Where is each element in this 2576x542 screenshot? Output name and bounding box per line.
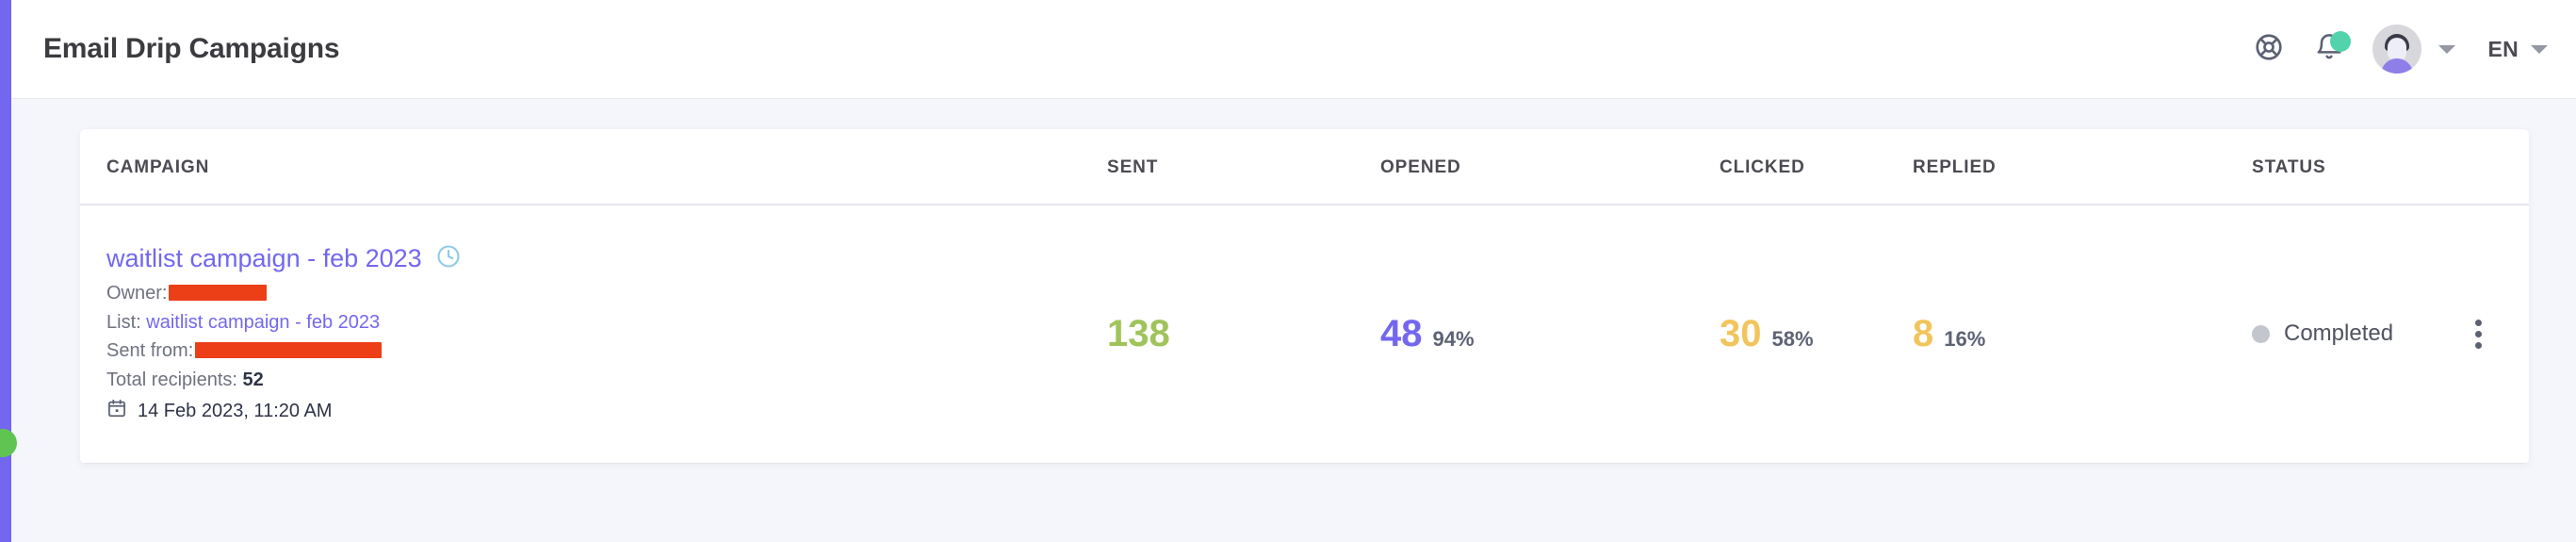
- clicked-value: 30: [1720, 313, 1762, 355]
- status-badge: Completed: [2252, 320, 2393, 347]
- metric-replied: 8 16%: [1913, 315, 2252, 353]
- kebab-menu-icon: [2475, 319, 2482, 326]
- column-header-sent[interactable]: SENT: [1107, 129, 1380, 205]
- support-button[interactable]: [2239, 19, 2299, 79]
- replied-value: 8: [1913, 313, 1934, 355]
- user-menu[interactable]: [2372, 25, 2456, 74]
- language-selector[interactable]: EN: [2487, 37, 2548, 62]
- kebab-menu-icon: [2475, 341, 2482, 349]
- sent-from-value-redacted: [195, 342, 383, 359]
- language-label: EN: [2487, 36, 2519, 61]
- table-header: CAMPAIGN SENT OPENED CLICKED REPLIED STA…: [80, 129, 2529, 205]
- page-title: Email Drip Campaigns: [43, 33, 340, 64]
- notification-badge-dot: [2330, 31, 2352, 52]
- table-body: waitlist campaign - feb 2023 Owner: List…: [80, 205, 2529, 464]
- avatar: [2372, 25, 2422, 74]
- total-recipients-label: Total recipients:: [106, 369, 237, 390]
- app-sidebar-rail[interactable]: [0, 0, 11, 542]
- column-header-clicked[interactable]: CLICKED: [1720, 129, 1913, 205]
- campaign-date-line: 14 Feb 2023, 11:20 AM: [106, 398, 1107, 424]
- campaign-name-link[interactable]: waitlist campaign - feb 2023: [106, 244, 422, 273]
- cell-campaign: waitlist campaign - feb 2023 Owner: List…: [80, 205, 1107, 464]
- cell-sent: 138: [1107, 205, 1380, 464]
- campaigns-table: CAMPAIGN SENT OPENED CLICKED REPLIED STA…: [80, 129, 2529, 464]
- metric-sent: 138: [1107, 315, 1380, 353]
- campaign-title-row: waitlist campaign - feb 2023: [106, 243, 1107, 274]
- campaign-sent-from-line: Sent from:: [106, 337, 1107, 366]
- opened-percent: 94%: [1432, 327, 1475, 352]
- owner-label: Owner:: [106, 283, 168, 304]
- chevron-down-icon: [2438, 44, 2456, 54]
- cell-clicked: 30 58%: [1720, 205, 1913, 464]
- list-label: List:: [106, 311, 141, 333]
- row-actions-menu-button[interactable]: [2470, 314, 2487, 354]
- sent-from-label: Sent from:: [106, 340, 194, 362]
- top-header-bar: Email Drip Campaigns EN: [11, 0, 2576, 99]
- campaigns-card: CAMPAIGN SENT OPENED CLICKED REPLIED STA…: [80, 129, 2529, 464]
- lifebuoy-icon: [2254, 32, 2284, 67]
- table-row: waitlist campaign - feb 2023 Owner: List…: [80, 205, 2529, 464]
- status-dot-icon: [2252, 324, 2270, 343]
- chevron-down-icon: [2531, 44, 2548, 54]
- campaign-owner-line: Owner:: [106, 279, 1107, 308]
- column-header-status[interactable]: STATUS: [2252, 129, 2529, 205]
- column-header-opened[interactable]: OPENED: [1380, 129, 1720, 205]
- sent-value: 138: [1107, 313, 1170, 355]
- replied-percent: 16%: [1944, 327, 1986, 352]
- cell-replied: 8 16%: [1913, 205, 2252, 464]
- opened-value: 48: [1380, 313, 1423, 355]
- clock-icon: [435, 243, 462, 274]
- main-content: CAMPAIGN SENT OPENED CLICKED REPLIED STA…: [11, 99, 2576, 542]
- column-header-replied[interactable]: REPLIED: [1913, 129, 2252, 205]
- total-recipients-value: 52: [242, 369, 264, 390]
- cell-status: Completed: [2252, 205, 2529, 464]
- campaign-date-text: 14 Feb 2023, 11:20 AM: [138, 400, 333, 421]
- clicked-percent: 58%: [1771, 327, 1814, 352]
- metric-opened: 48 94%: [1380, 315, 1720, 353]
- list-value-link[interactable]: waitlist campaign - feb 2023: [146, 312, 380, 333]
- header-actions: EN: [2239, 19, 2548, 79]
- column-header-campaign[interactable]: CAMPAIGN: [80, 129, 1107, 205]
- campaign-list-line: List: waitlist campaign - feb 2023: [106, 308, 1107, 337]
- kebab-menu-icon: [2475, 330, 2482, 337]
- owner-value-redacted: [169, 285, 268, 302]
- status-label: Completed: [2284, 320, 2394, 347]
- table-header-row: CAMPAIGN SENT OPENED CLICKED REPLIED STA…: [80, 129, 2529, 205]
- notifications-button[interactable]: [2299, 19, 2359, 79]
- calendar-icon: [106, 398, 127, 424]
- campaign-recipients-line: Total recipients: 52: [106, 366, 1107, 395]
- metric-clicked: 30 58%: [1720, 315, 1913, 353]
- cell-opened: 48 94%: [1380, 205, 1720, 464]
